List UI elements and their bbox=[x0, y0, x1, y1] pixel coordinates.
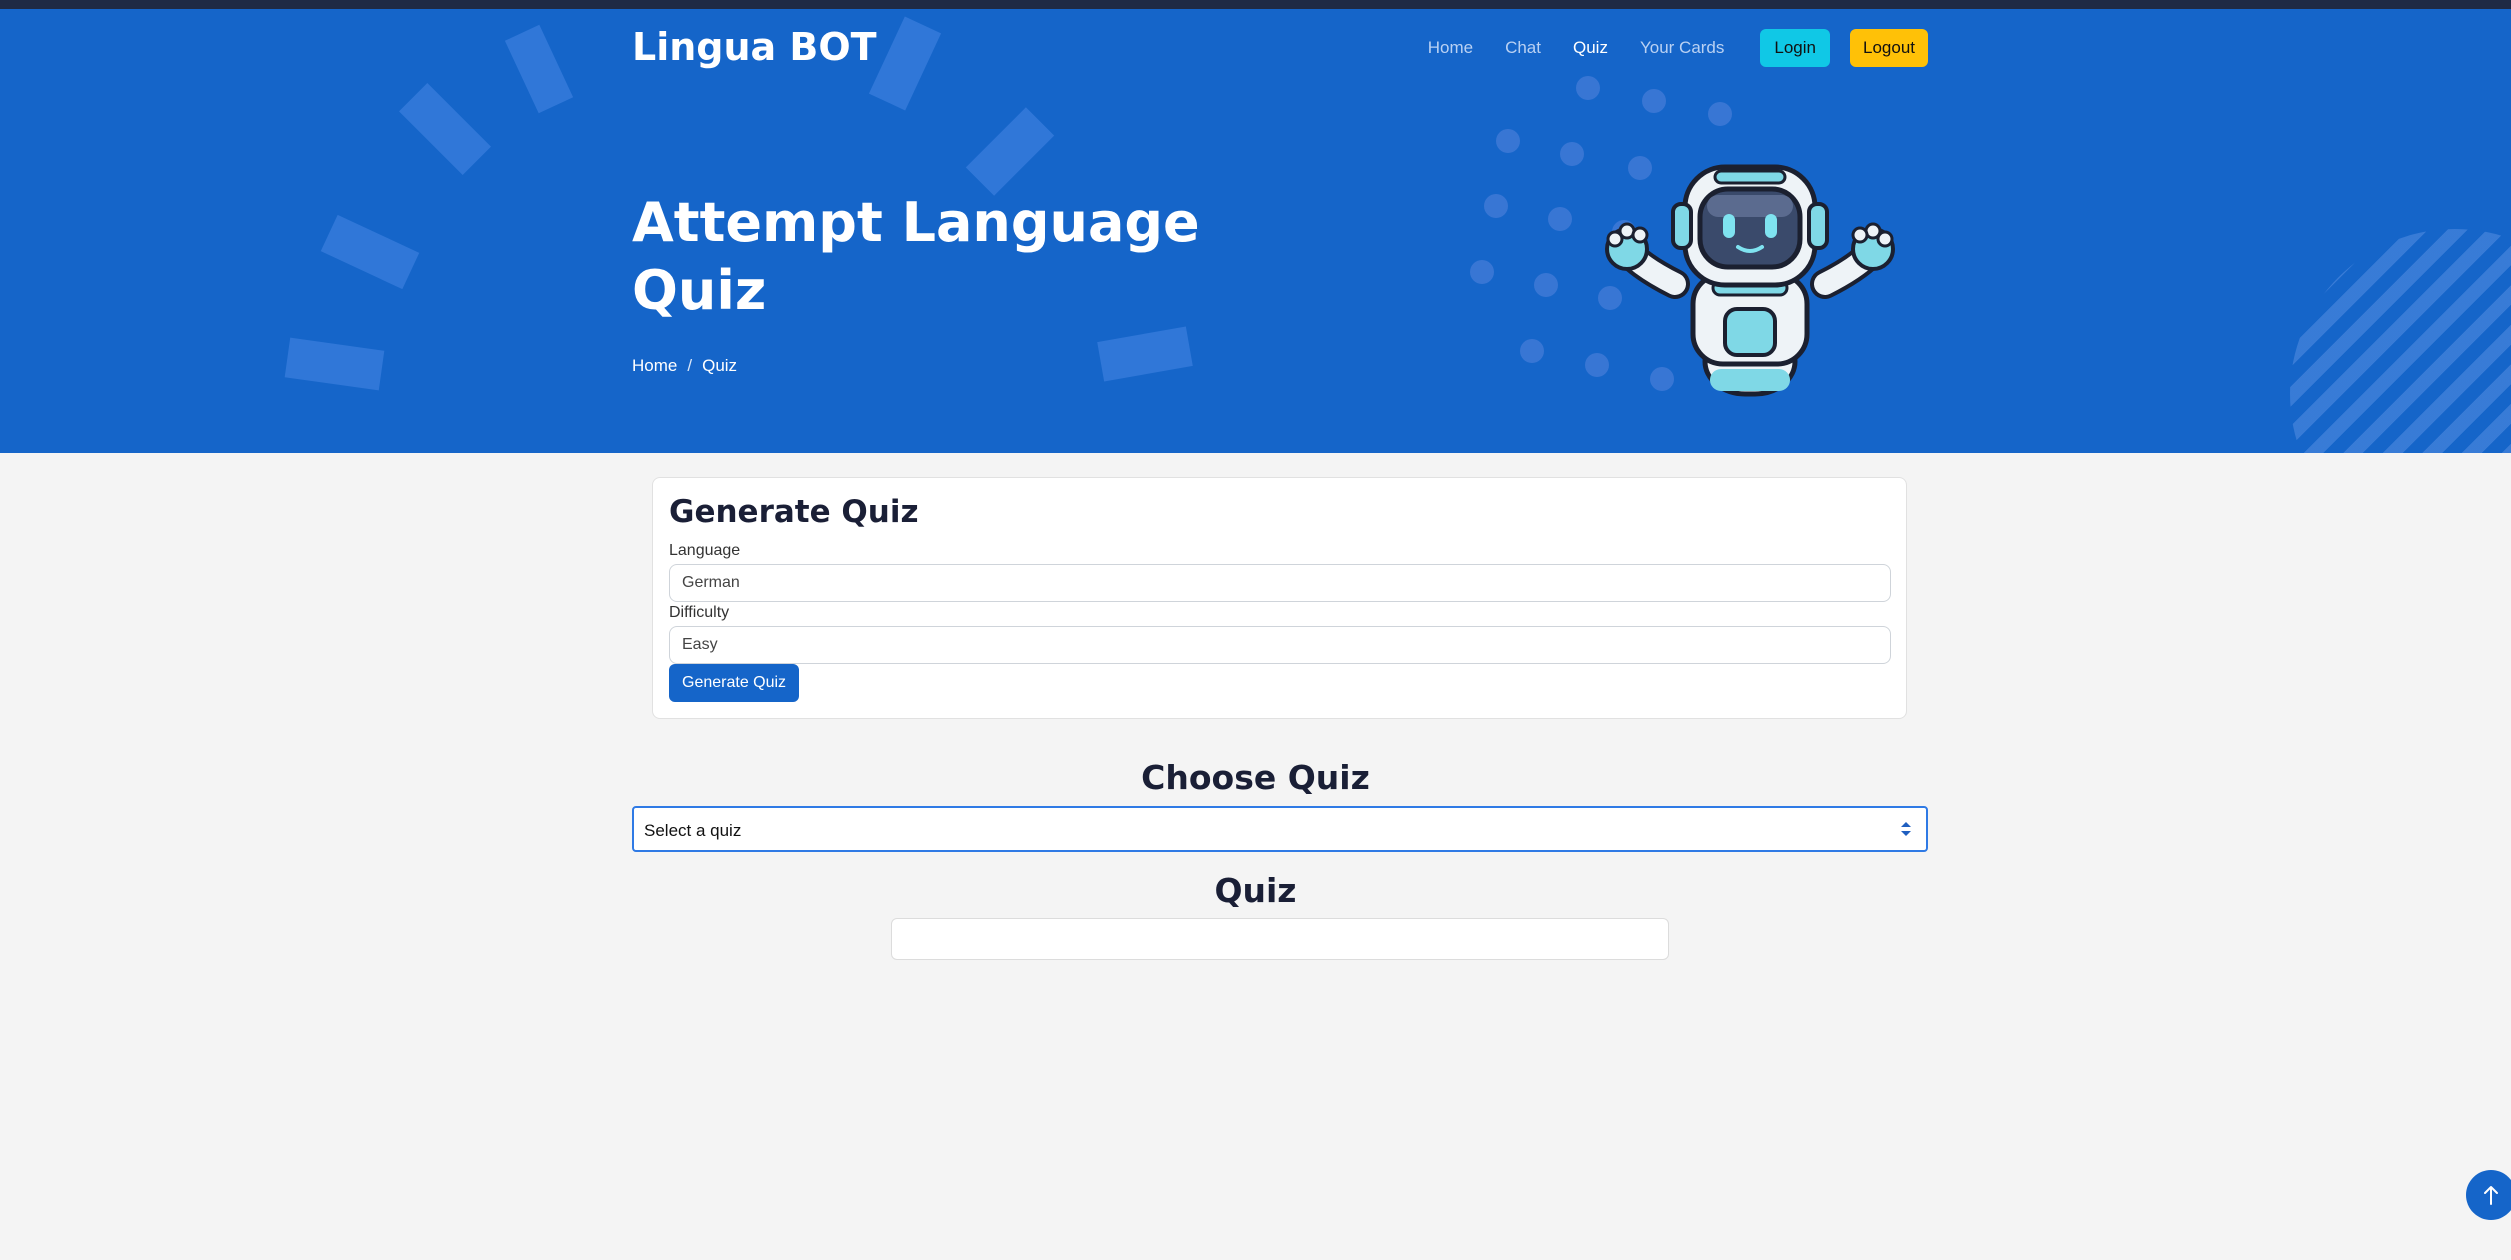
nav-your-cards[interactable]: Your Cards bbox=[1640, 38, 1724, 58]
brand-logo[interactable]: Lingua BOT bbox=[632, 25, 877, 69]
breadcrumb: Home / Quiz bbox=[632, 356, 737, 376]
nav-home[interactable]: Home bbox=[1428, 38, 1473, 58]
page-title: Attempt Language Quiz bbox=[632, 191, 1200, 322]
breadcrumb-current: Quiz bbox=[702, 356, 738, 375]
language-label: Language bbox=[669, 542, 741, 559]
decor-stripes bbox=[2290, 229, 2511, 453]
hero-banner: Lingua BOT Home Chat Quiz Your Cards Log… bbox=[0, 9, 2511, 453]
decor-shape bbox=[1097, 326, 1193, 382]
breadcrumb-home[interactable]: Home bbox=[632, 356, 677, 376]
quiz-heading: Quiz bbox=[1214, 871, 1297, 910]
nav-chat[interactable]: Chat bbox=[1505, 38, 1541, 58]
generate-quiz-button[interactable]: Generate Quiz bbox=[669, 664, 800, 702]
difficulty-input[interactable]: Easy bbox=[669, 626, 1891, 664]
generate-quiz-title: Generate Quiz bbox=[669, 494, 919, 530]
decor-shape bbox=[868, 16, 942, 111]
difficulty-label: Difficulty bbox=[669, 604, 730, 621]
choose-quiz-heading: Choose Quiz bbox=[1141, 758, 1370, 797]
language-input[interactable]: German bbox=[669, 564, 1891, 602]
arrow-up-icon bbox=[2484, 1186, 2498, 1205]
generate-quiz-card: Generate Quiz Language German Difficulty… bbox=[652, 477, 1907, 719]
browser-top-strip bbox=[0, 0, 2511, 9]
login-button[interactable]: Login bbox=[1760, 29, 1830, 67]
breadcrumb-separator: / bbox=[687, 356, 693, 375]
back-to-top-button[interactable] bbox=[2466, 1170, 2511, 1220]
quiz-select[interactable]: Select a quiz bbox=[632, 806, 1928, 852]
quiz-select-value: Select a quiz bbox=[644, 821, 742, 840]
logout-button[interactable]: Logout bbox=[1850, 29, 1928, 67]
decor-shape bbox=[399, 83, 491, 175]
decor-shape bbox=[965, 107, 1055, 196]
quiz-container bbox=[891, 918, 1669, 960]
select-arrows-icon bbox=[1901, 822, 1911, 836]
decor-shape bbox=[504, 24, 574, 114]
decor-shape bbox=[284, 337, 385, 391]
nav-quiz[interactable]: Quiz bbox=[1573, 38, 1608, 58]
robot-mascot-icon bbox=[1605, 159, 1895, 404]
main-nav: Home Chat Quiz Your Cards Login Logout bbox=[1396, 29, 1928, 67]
decor-shape bbox=[320, 214, 420, 290]
